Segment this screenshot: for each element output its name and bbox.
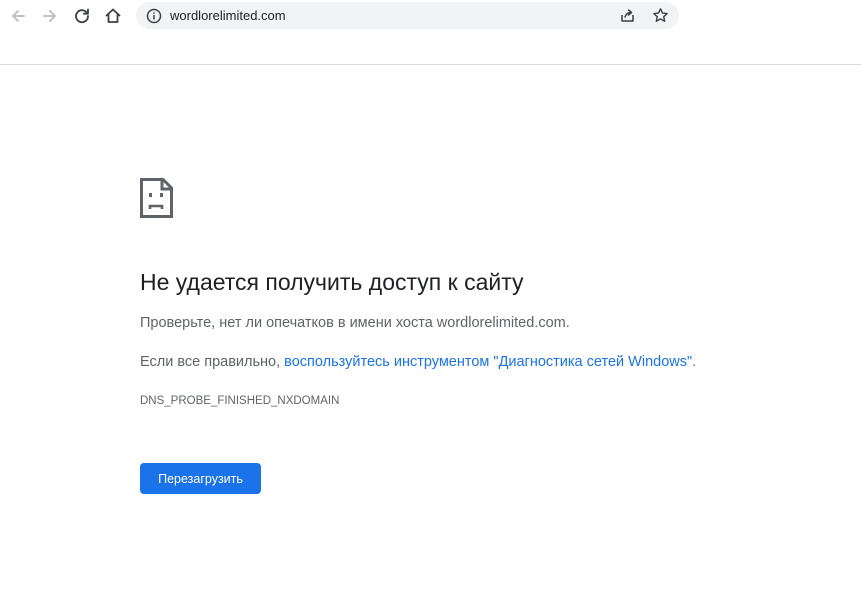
- suggestion-suffix: .: [692, 354, 697, 370]
- sad-document-icon: [140, 178, 173, 218]
- home-icon: [105, 8, 121, 23]
- error-check-text: Проверьте, нет ли опечатков в имени хост…: [140, 315, 570, 331]
- arrow-right-icon: [43, 10, 56, 22]
- bookmark-button[interactable]: [650, 5, 671, 26]
- error-code: DNS_PROBE_FINISHED_NXDOMAIN: [140, 395, 340, 407]
- forward-button[interactable]: [37, 3, 63, 29]
- suggestion-prefix: Если все правильно,: [140, 354, 285, 370]
- error-suggestion: Если все правильно, воспользуйтесь инстр…: [140, 353, 696, 371]
- site-info-button[interactable]: [144, 6, 163, 25]
- home-button[interactable]: [100, 3, 126, 29]
- reload-page-button[interactable]: Перезагрузить: [140, 463, 261, 494]
- browser-toolbar: wordlorelimited.com: [0, 0, 861, 65]
- address-bar[interactable]: wordlorelimited.com: [136, 2, 679, 29]
- share-icon: [621, 9, 634, 22]
- network-diagnostics-link[interactable]: воспользуйтесь инструментом "Диагностика…: [284, 354, 692, 370]
- share-button[interactable]: [617, 5, 638, 26]
- arrow-left-icon: [12, 10, 25, 22]
- error-title: Не удается получить доступ к сайту: [140, 269, 524, 295]
- back-button[interactable]: [5, 3, 31, 29]
- reload-button[interactable]: [69, 3, 95, 29]
- info-icon: [146, 8, 161, 23]
- star-icon: [653, 8, 668, 22]
- url-text[interactable]: wordlorelimited.com: [170, 8, 286, 23]
- reload-icon: [75, 8, 89, 24]
